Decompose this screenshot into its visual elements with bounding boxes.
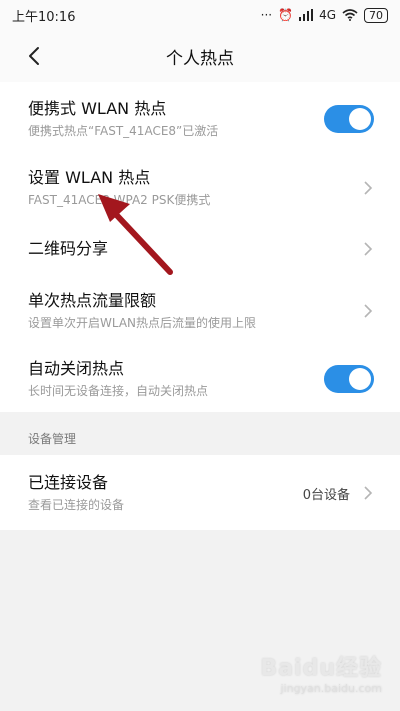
annotation-arrow-overlay (98, 194, 173, 275)
annotation-arrow-head (98, 194, 130, 222)
watermark-url: jingyan.baidu.com (280, 682, 382, 695)
watermark: Baidu经验 jingyan.baidu.com (260, 650, 382, 695)
annotation-arrow-shaft (107, 205, 173, 275)
watermark-logo: Baidu经验 (260, 656, 382, 681)
